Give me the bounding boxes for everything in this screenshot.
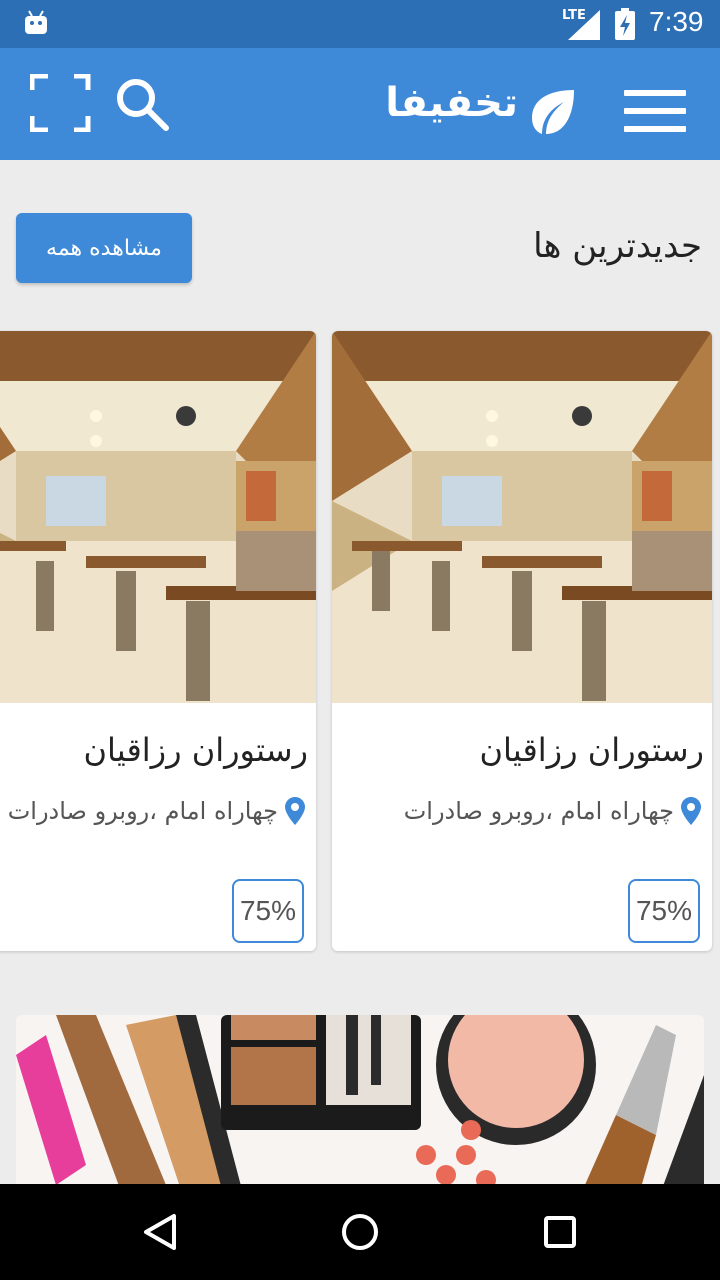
deal-address: چهاراه امام ،روبرو صادرات bbox=[403, 797, 674, 825]
home-icon[interactable] bbox=[340, 1212, 380, 1252]
battery-charging-icon bbox=[615, 8, 635, 40]
deal-card[interactable]: رستوران رزاقیان چهاراه امام ،روبرو صادرا… bbox=[0, 331, 316, 951]
view-all-button[interactable]: مشاهده همه bbox=[16, 213, 192, 283]
signal-icon bbox=[568, 10, 600, 40]
hamburger-menu-icon[interactable] bbox=[624, 90, 688, 134]
restaurant-photo bbox=[332, 331, 712, 703]
section-title: جدیدترین ها bbox=[533, 226, 702, 266]
app-bar: تخفیفا bbox=[0, 48, 720, 160]
deal-card[interactable]: رستوران رزاقیان چهاراه امام ،روبرو صادرا… bbox=[332, 331, 712, 951]
app-brand: تخفیفا bbox=[385, 80, 518, 126]
android-icon bbox=[25, 10, 47, 34]
recent-apps-icon[interactable] bbox=[540, 1212, 580, 1252]
back-icon[interactable] bbox=[140, 1212, 180, 1252]
navigation-bar bbox=[0, 1184, 720, 1280]
deal-title: رستوران رزاقیان bbox=[479, 731, 704, 769]
makeup-card[interactable] bbox=[16, 1015, 704, 1205]
discount-badge: 75% bbox=[628, 879, 700, 943]
screen: LTE 7:39 تخفیفا مشاهده همه جدیدترین ها ر… bbox=[0, 0, 720, 1280]
status-time: 7:39 bbox=[649, 6, 704, 37]
status-bar: LTE 7:39 bbox=[0, 0, 720, 48]
deal-address-row: چهاراه امام ،روبرو صادرات bbox=[404, 797, 702, 825]
restaurant-photo bbox=[0, 331, 316, 703]
location-pin-icon bbox=[285, 797, 305, 825]
location-pin-icon bbox=[681, 797, 701, 825]
leaf-icon bbox=[532, 90, 574, 134]
scan-icon[interactable] bbox=[30, 74, 92, 132]
discount-badge: 75% bbox=[232, 879, 304, 943]
search-icon[interactable] bbox=[114, 76, 170, 132]
deal-address: چهاراه امام ،روبرو صادرات bbox=[7, 797, 278, 825]
deal-title: رستوران رزاقیان bbox=[83, 731, 308, 769]
makeup-photo bbox=[16, 1015, 704, 1205]
deal-address-row: چهاراه امام ،روبرو صادرات bbox=[8, 797, 306, 825]
